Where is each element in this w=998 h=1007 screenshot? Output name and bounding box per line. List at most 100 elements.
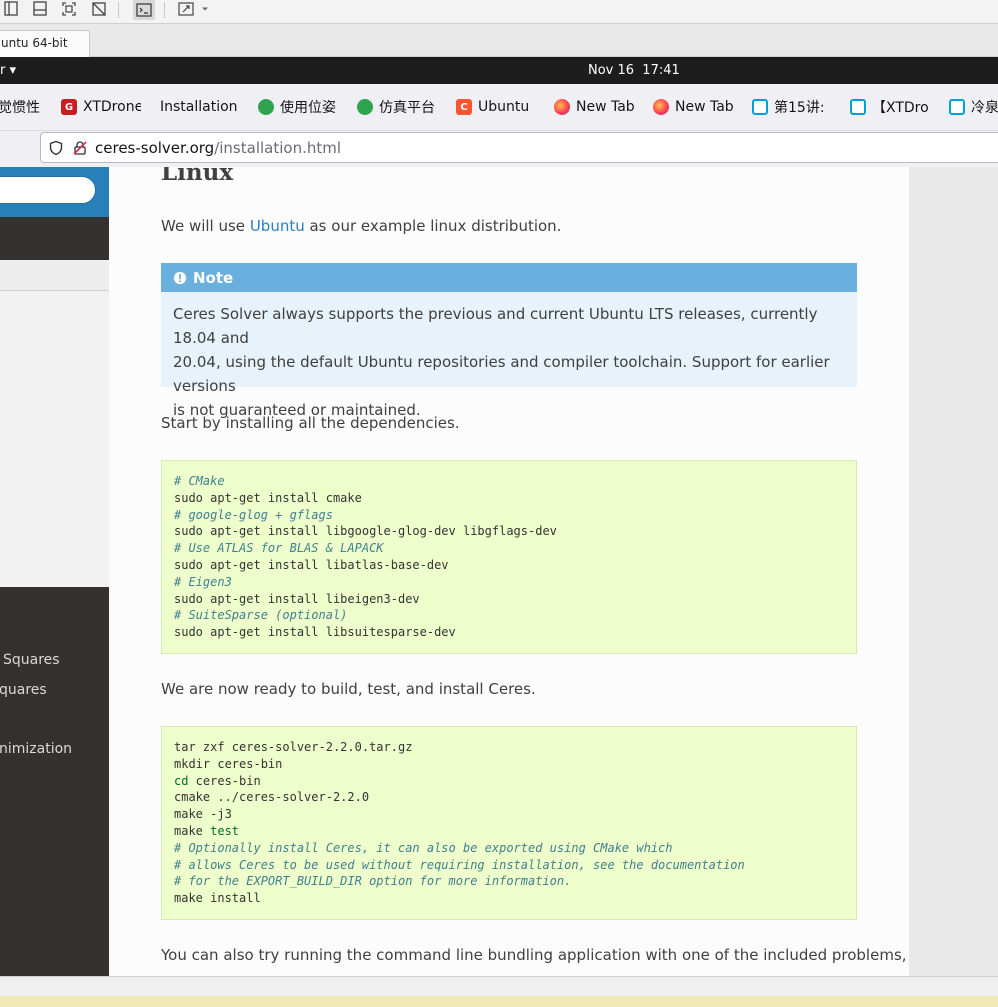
code-comment: # Eigen3	[174, 574, 232, 589]
info-icon	[173, 271, 187, 284]
sidebar-nav: Squares quares nimization	[0, 587, 109, 976]
bookmark-item[interactable]: 仿真平台	[357, 96, 437, 118]
bookmarks-toolbar: 觉惯性 G XTDrone Installation 使用位姿 仿真平台 C U…	[0, 84, 998, 131]
url-bar[interactable]: ceres-solver.org/installation.html	[40, 132, 998, 163]
sidebar-item[interactable]: nimization	[0, 741, 72, 757]
bookmark-item[interactable]: G XTDrone	[61, 96, 141, 118]
code-keyword: test	[210, 823, 240, 838]
single-window-icon[interactable]	[2, 0, 20, 18]
fullscreen-icon[interactable]	[177, 0, 195, 18]
vm-toolbar	[0, 0, 998, 24]
code-block-build[interactable]: tar zxf ceres-solver-2.2.0.tar.gz mkdir c…	[161, 726, 857, 920]
sidebar-version-area	[0, 217, 109, 260]
code-line: sudo apt-get install cmake	[174, 490, 844, 507]
note-line: 20.04, using the default Ubuntu reposito…	[173, 353, 830, 395]
code-comment: # Optionally install Ceres, it can also …	[174, 840, 673, 855]
code-text: tar zxf ceres-solver-2.2.0.tar.gz	[174, 740, 413, 754]
bookmark-item[interactable]: New Tab	[554, 96, 634, 118]
code-text: make install	[174, 891, 261, 906]
insecure-lock-icon[interactable]	[71, 139, 89, 157]
sidebar-item[interactable]: quares	[0, 682, 47, 698]
ubuntu-link[interactable]: Ubuntu	[250, 217, 305, 235]
bookmark-label: XTDrone	[83, 99, 141, 115]
code-keyword: cd	[174, 773, 189, 788]
code-line: sudo apt-get install libatlas-base-dev	[174, 557, 844, 574]
bookmark-label: New Tab	[675, 99, 733, 115]
web-page: Squares quares nimization Linux We will …	[0, 167, 998, 976]
code-line: make install	[174, 890, 844, 907]
gitee-icon: G	[61, 99, 77, 115]
code-text: make -j3	[174, 807, 232, 822]
bookmark-item[interactable]: 觉惯性	[0, 96, 42, 118]
bookmark-label: 冷泉	[971, 100, 998, 116]
code-line: # allows Ceres to be used without requir…	[174, 857, 844, 874]
chevron-down-icon[interactable]	[199, 0, 211, 18]
bilibili-icon	[949, 99, 965, 115]
note-body: Ceres Solver always supports the previou…	[161, 292, 857, 422]
app-menu[interactable]: r ▾	[0, 57, 16, 84]
bookmark-item[interactable]: 冷泉	[949, 96, 998, 118]
code-comment: # Use ATLAS for BLAS & LAPACK	[174, 541, 384, 556]
bookmark-label: Ubuntu	[478, 99, 530, 115]
code-line: # SuiteSparse (optional)	[174, 607, 844, 624]
bilibili-icon	[752, 99, 768, 115]
bookmark-label: 第15讲:	[774, 100, 825, 116]
bookmark-label: 使用位姿	[280, 100, 336, 116]
bookmark-label: Installation	[160, 99, 238, 115]
bookmark-label: 仿真平台	[379, 100, 435, 116]
unity-mode-icon[interactable]	[90, 0, 108, 18]
navigation-toolbar: ceres-solver.org/installation.html	[0, 131, 998, 167]
note-title-text: Note	[193, 268, 234, 287]
firefox-icon	[554, 99, 570, 115]
split-window-icon[interactable]	[31, 0, 49, 18]
code-text: sudo apt-get install cmake	[174, 490, 362, 505]
bookmark-item[interactable]: 第15讲:	[752, 96, 832, 118]
note-title: Note	[161, 263, 857, 292]
deps-paragraph: Start by installing all the dependencies…	[161, 414, 460, 432]
section-heading: Linux	[161, 167, 234, 186]
globe-icon	[357, 99, 373, 115]
note-admonition: Note Ceres Solver always supports the pr…	[161, 263, 857, 419]
page-margin	[909, 167, 998, 976]
build-paragraph: We are now ready to build, test, and ins…	[161, 680, 536, 698]
code-text: make	[174, 823, 211, 838]
url-path: /installation.html	[214, 138, 342, 157]
sidebar-header	[0, 167, 109, 217]
note-line: Ceres Solver always supports the previou…	[173, 305, 818, 347]
search-input[interactable]	[0, 176, 96, 204]
code-comment: # google-glog + gflags	[174, 507, 333, 522]
code-text: sudo apt-get install libatlas-base-dev	[174, 557, 449, 572]
code-line: make -j3	[174, 806, 844, 823]
code-line: sudo apt-get install libgoogle-glog-dev …	[174, 523, 844, 540]
code-line: # Use ATLAS for BLAS & LAPACK	[174, 540, 844, 557]
code-block-dependencies[interactable]: # CMake sudo apt-get install cmake # googl…	[161, 460, 857, 654]
code-line: cd ceres-bin	[174, 773, 844, 790]
vm-tab[interactable]: untu 64-bit	[0, 30, 90, 57]
bookmark-item[interactable]: Installation	[160, 96, 238, 118]
code-comment: # allows Ceres to be used without requir…	[174, 857, 745, 872]
intro-paragraph: We will use Ubuntu as our example linux …	[161, 217, 561, 235]
code-line: # CMake	[174, 473, 844, 490]
csdn-icon: C	[456, 99, 472, 115]
fit-guest-icon[interactable]	[60, 0, 78, 18]
bookmark-item[interactable]: 使用位姿	[258, 96, 338, 118]
code-text: cmake ../ceres-solver-2.2.0	[174, 790, 370, 805]
sidebar-item[interactable]: Squares	[3, 652, 60, 668]
code-text: sudo apt-get install libgoogle-glog-dev …	[174, 524, 557, 539]
sidebar-divider	[0, 260, 109, 290]
shield-icon[interactable]	[47, 139, 65, 157]
bookmark-item[interactable]: 【XTDro	[850, 96, 930, 118]
code-text: mkdir ceres-bin	[174, 756, 283, 771]
clock[interactable]: Nov 16 17:41	[588, 57, 680, 84]
code-line: mkdir ceres-bin	[174, 756, 844, 773]
code-line: make test	[174, 823, 844, 840]
bookmark-item[interactable]: New Tab	[653, 96, 733, 118]
console-view-icon[interactable]	[133, 0, 155, 20]
bookmark-item[interactable]: C Ubuntu	[456, 96, 536, 118]
intro-text: We will use	[161, 217, 250, 235]
code-line: # Eigen3	[174, 574, 844, 591]
code-text: sudo apt-get install libsuitesparse-dev	[174, 625, 456, 640]
vm-tab-strip: untu 64-bit	[0, 24, 998, 57]
code-line: # Optionally install Ceres, it can also …	[174, 840, 844, 857]
code-line: tar zxf ceres-solver-2.2.0.tar.gz	[174, 739, 844, 756]
